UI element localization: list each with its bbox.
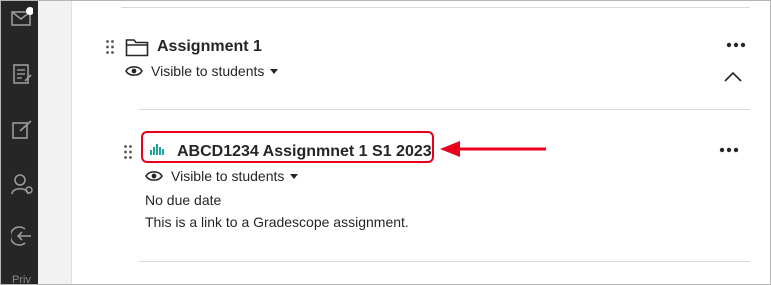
content-gutter: [38, 1, 72, 284]
screenshot-frame: Priv Assignment 1 Visible to students AB…: [0, 0, 771, 285]
item-visibility-dropdown[interactable]: Visible to students: [145, 168, 299, 184]
item-description: This is a link to a Gradescope assignmen…: [145, 214, 409, 230]
mail-icon[interactable]: [11, 7, 33, 29]
folder-icon: [125, 37, 149, 57]
edit-icon[interactable]: [11, 119, 33, 141]
left-sidebar: Priv: [1, 1, 38, 284]
course-content-panel: Assignment 1 Visible to students ABCD123…: [72, 1, 770, 284]
gradescope-icon: [150, 142, 164, 156]
user-settings-icon[interactable]: [11, 173, 33, 195]
divider: [121, 7, 750, 8]
collapse-chevron-up-icon[interactable]: [724, 69, 742, 82]
eye-icon: [125, 66, 143, 76]
document-icon[interactable]: [11, 63, 33, 85]
due-date-text: No due date: [145, 192, 222, 208]
privacy-link[interactable]: Priv: [12, 274, 31, 284]
gradescope-assignment-link[interactable]: ABCD1234 Assignmnet 1 S1 2023: [177, 143, 432, 161]
annotation-arrow: [440, 140, 548, 158]
item-more-options-icon[interactable]: [719, 140, 739, 153]
divider: [139, 109, 750, 110]
drag-handle-icon[interactable]: [124, 145, 132, 159]
caret-down-icon: [290, 173, 299, 179]
divider: [139, 261, 750, 262]
caret-down-icon: [270, 68, 279, 74]
folder-more-options-icon[interactable]: [726, 35, 746, 48]
folder-visibility-dropdown[interactable]: Visible to students: [125, 63, 279, 79]
folder-visibility-label: Visible to students: [151, 63, 265, 79]
eye-icon: [145, 171, 163, 181]
drag-handle-icon[interactable]: [106, 40, 114, 54]
folder-title[interactable]: Assignment 1: [157, 38, 262, 56]
sign-out-icon[interactable]: [11, 225, 33, 247]
item-visibility-label: Visible to students: [171, 168, 285, 184]
